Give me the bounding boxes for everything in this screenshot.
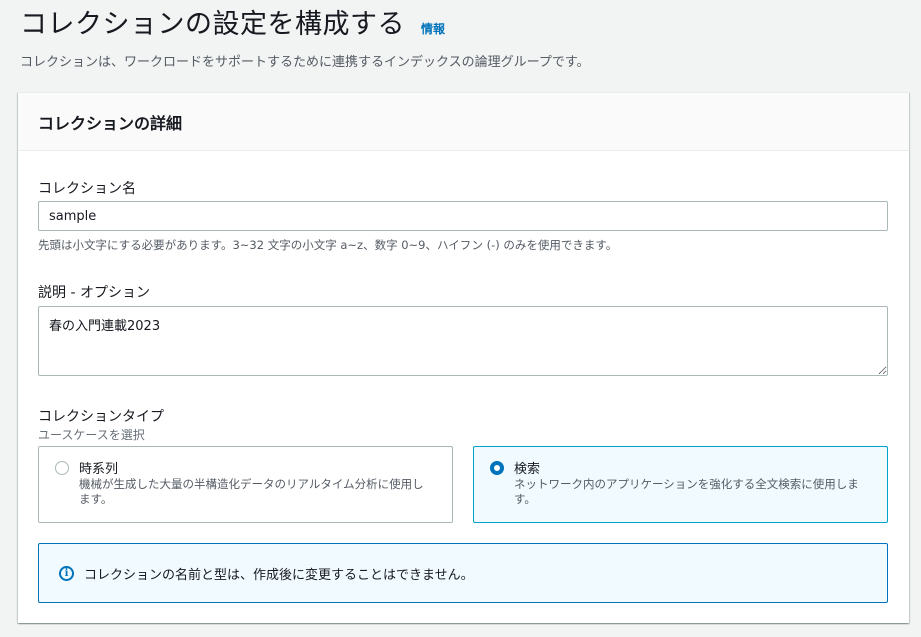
- collection-type-sublabel: ユースケースを選択: [38, 428, 145, 442]
- info-alert: i コレクションの名前と型は、作成後に変更することはできません。: [38, 543, 888, 603]
- collection-name-input[interactable]: [38, 201, 888, 231]
- description-label: 説明 - オプション: [38, 285, 150, 301]
- timeseries-description: 機械が生成した大量の半構造化データのリアルタイム分析に使用します。: [79, 477, 424, 506]
- page-header: コレクションの設定を構成する 情報 コレクションは、ワークロードをサポートするた…: [20, 6, 911, 70]
- search-title: 検索: [514, 462, 541, 477]
- page-title: コレクションの設定を構成する: [20, 9, 405, 40]
- page-description: コレクションは、ワークロードをサポートするために連携するインデックスの論理グルー…: [20, 55, 590, 70]
- info-icon: i: [59, 565, 74, 581]
- search-radio[interactable]: [490, 461, 504, 475]
- search-description: ネットワーク内のアプリケーションを強化する全文検索に使用します。: [514, 477, 859, 506]
- type-option-search[interactable]: 検索 ネットワーク内のアプリケーションを強化する全文検索に使用します。: [473, 446, 888, 523]
- collection-name-label: コレクション名: [38, 181, 136, 197]
- card-header: コレクションの詳細: [18, 93, 909, 151]
- card-title: コレクションの詳細: [38, 113, 183, 133]
- timeseries-radio[interactable]: [55, 461, 69, 475]
- collection-name-hint: 先頭は小文字にする必要があります。3~32 文字の小文字 a~z、数字 0~9、…: [38, 238, 618, 252]
- info-link[interactable]: 情報: [421, 20, 445, 37]
- type-option-timeseries[interactable]: 時系列 機械が生成した大量の半構造化データのリアルタイム分析に使用します。: [38, 446, 453, 523]
- collection-type-label: コレクションタイプ: [38, 409, 164, 425]
- title-row: コレクションの設定を構成する 情報: [20, 6, 911, 44]
- info-alert-text: コレクションの名前と型は、作成後に変更することはできません。: [84, 567, 474, 583]
- description-textarea[interactable]: 春の入門連載2023: [38, 306, 888, 376]
- timeseries-title: 時系列: [79, 462, 119, 477]
- collection-details-card: コレクションの詳細 コレクション名 先頭は小文字にする必要があります。3~32 …: [18, 92, 909, 623]
